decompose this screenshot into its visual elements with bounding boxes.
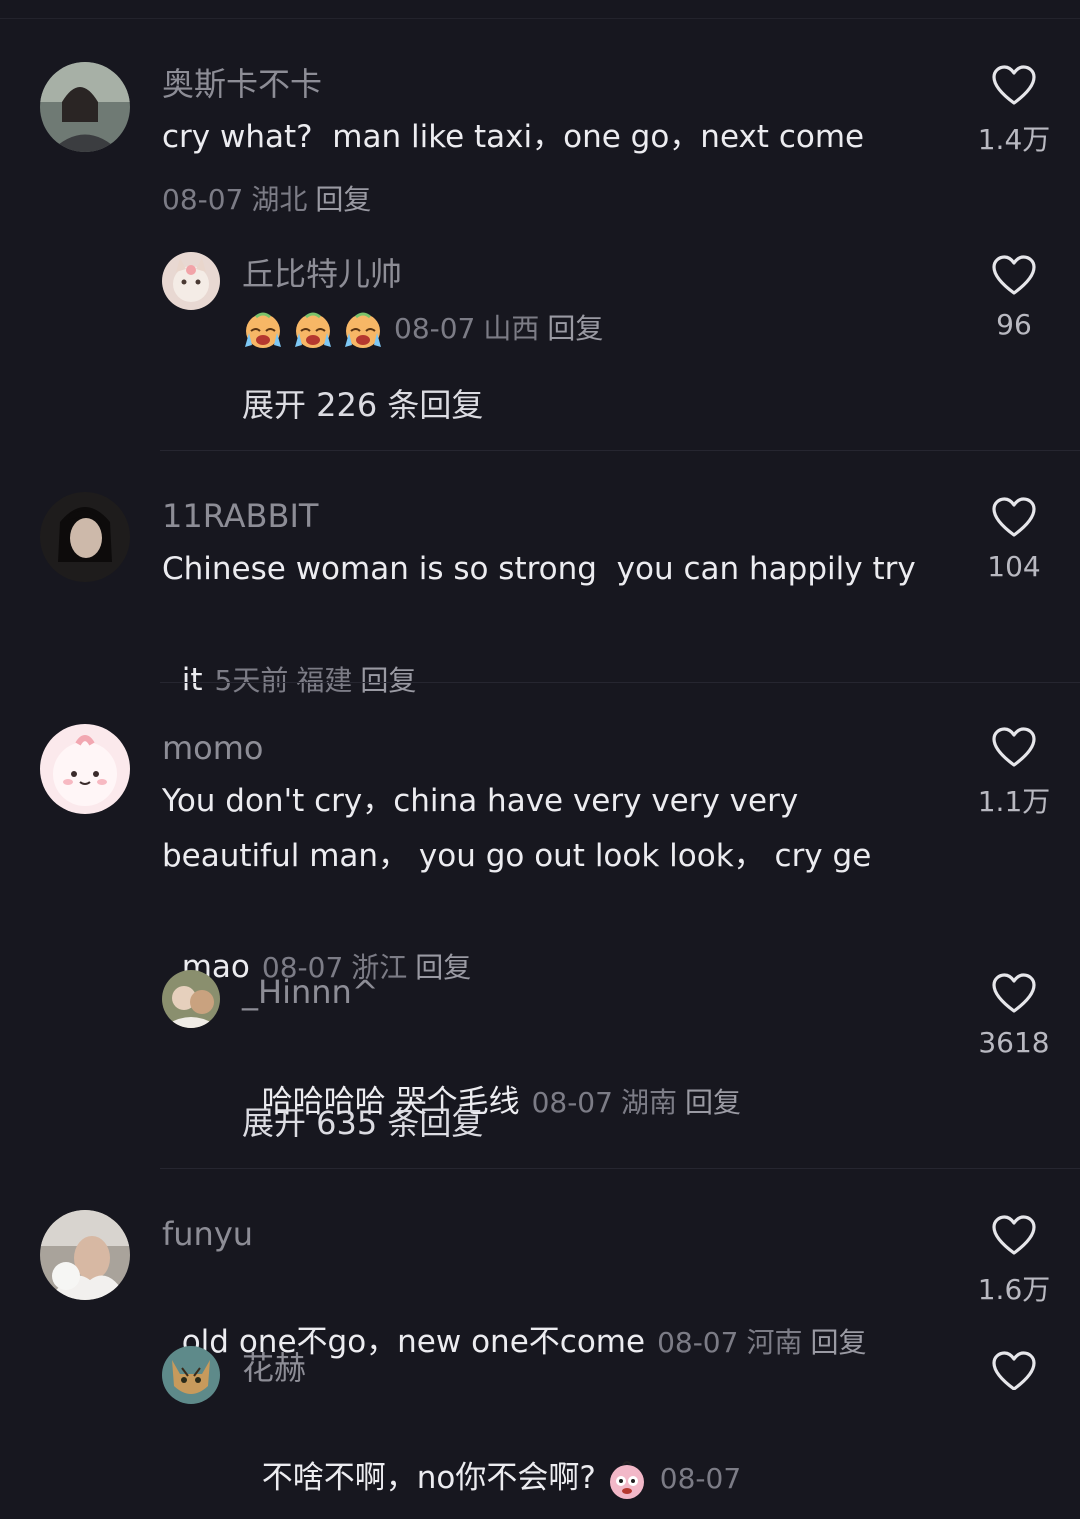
avatar[interactable] xyxy=(162,970,220,1028)
username[interactable]: 丘比特儿帅 xyxy=(242,256,402,292)
comment-region: 河南 xyxy=(746,1326,803,1359)
reply-button[interactable]: 回复 xyxy=(315,183,371,216)
reply-region: 湖南 xyxy=(620,1086,677,1119)
like-button[interactable]: 1.4万 xyxy=(964,64,1064,158)
reply-button[interactable]: 回复 xyxy=(810,1326,866,1359)
like-count: 1.4万 xyxy=(977,123,1051,156)
heart-icon xyxy=(992,255,1036,295)
username[interactable]: _Hinnn^ xyxy=(242,974,379,1010)
avatar[interactable] xyxy=(40,62,130,152)
like-button[interactable] xyxy=(964,1350,1064,1392)
reply-date: 08-07 xyxy=(531,1086,613,1119)
expand-replies-button[interactable]: 展开 226 条回复 xyxy=(242,380,483,426)
heart-icon xyxy=(992,727,1036,767)
like-count: 1.1万 xyxy=(977,785,1051,818)
comment-text: You don't cry，china have very very very xyxy=(162,783,799,819)
expand-replies-button[interactable]: 展开 635 条回复 xyxy=(242,1098,483,1144)
avatar[interactable] xyxy=(40,1210,130,1300)
crying-face-emoji xyxy=(292,309,334,351)
comment-text-line2: beautiful man， you go out look look， cry… xyxy=(162,838,872,874)
heart-icon xyxy=(992,65,1036,105)
like-count: 104 xyxy=(987,550,1041,583)
divider xyxy=(160,450,1080,451)
like-count: 1.6万 xyxy=(977,1273,1051,1306)
avatar[interactable] xyxy=(40,724,130,814)
divider xyxy=(160,682,1080,683)
comment-text-tail: it xyxy=(181,662,203,698)
like-count: 3618 xyxy=(978,1026,1050,1059)
like-button[interactable]: 3618 xyxy=(964,972,1064,1059)
like-button[interactable]: 96 xyxy=(964,254,1064,341)
watermark-blur xyxy=(780,1390,1080,1458)
reply-region: 山西 xyxy=(483,312,540,345)
comment-meta: 08-07 湖北 回复 xyxy=(162,178,379,218)
username[interactable]: 花赫 xyxy=(242,1350,306,1386)
heart-icon xyxy=(992,1215,1036,1255)
divider xyxy=(160,1168,1080,1169)
comment-date: 08-07 xyxy=(657,1326,739,1359)
username[interactable]: 奥斯卡不卡 xyxy=(162,66,322,102)
like-button[interactable]: 1.6万 xyxy=(964,1214,1064,1308)
comment-text: cry what? man like taxi，one go，next come xyxy=(162,119,865,155)
reply-button[interactable]: 回复 xyxy=(685,1086,741,1119)
username[interactable]: momo xyxy=(162,730,264,766)
avatar[interactable] xyxy=(162,1346,220,1404)
reply-text: 不啥不啊，no你不会啊? xyxy=(261,1460,596,1496)
comment-date: 5天前 xyxy=(214,664,289,697)
heart-icon xyxy=(992,497,1036,537)
like-button[interactable]: 104 xyxy=(964,496,1064,583)
crying-face-emoji xyxy=(242,309,284,351)
like-button[interactable]: 1.1万 xyxy=(964,726,1064,820)
avatar[interactable] xyxy=(40,492,130,582)
reply-button[interactable]: 回复 xyxy=(415,951,471,984)
comment-region: 湖北 xyxy=(251,183,308,216)
reply-button[interactable]: 回复 xyxy=(360,664,416,697)
like-count: 96 xyxy=(996,308,1032,341)
reply-date: 08-07 xyxy=(659,1462,742,1495)
heart-icon xyxy=(992,1351,1036,1391)
avatar[interactable] xyxy=(162,252,220,310)
reply-button[interactable]: 回复 xyxy=(547,312,603,345)
username[interactable]: 11RABBIT xyxy=(162,498,318,534)
comment-text: Chinese woman is so strong you can happi… xyxy=(162,551,916,587)
crying-face-emoji xyxy=(342,309,384,351)
comment-region: 福建 xyxy=(296,664,353,697)
reply-meta: 08-07 山西 回复 xyxy=(242,306,611,352)
comment-text-continued: it 5天前 福建 回复 xyxy=(162,598,962,708)
heart-icon xyxy=(992,973,1036,1013)
comment-date: 08-07 xyxy=(162,183,244,216)
reply-date: 08-07 xyxy=(394,312,476,345)
username[interactable]: funyu xyxy=(162,1216,253,1252)
top-divider xyxy=(0,18,1080,19)
laughing-emoji xyxy=(606,1459,648,1501)
